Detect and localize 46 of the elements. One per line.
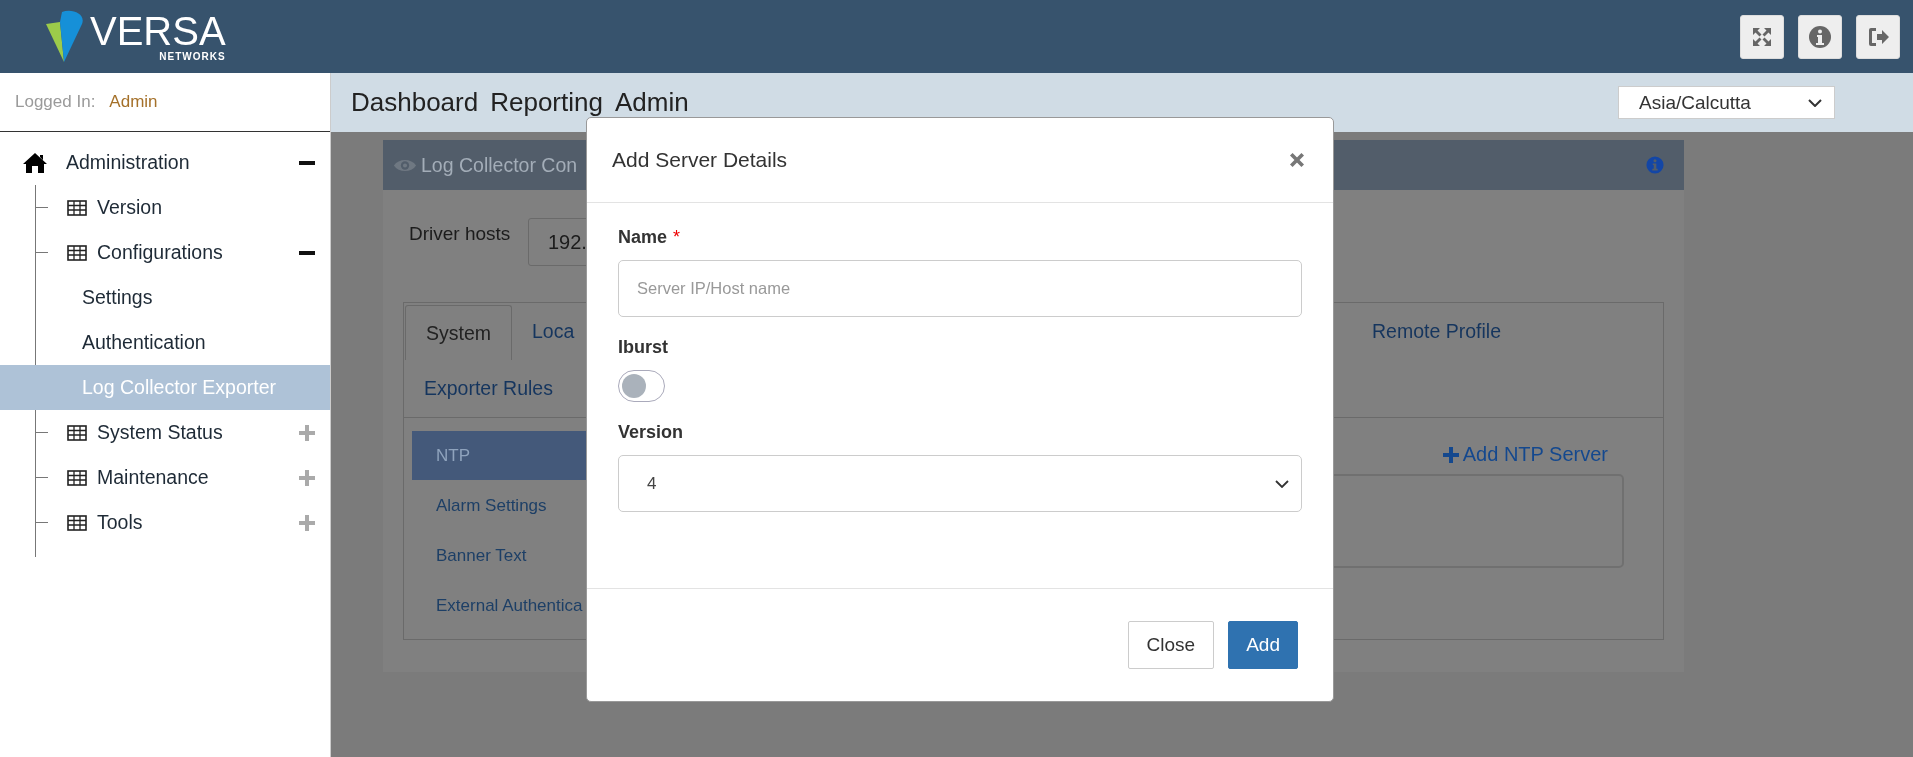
panel-title: Log Collector Con bbox=[421, 153, 578, 177]
table-icon bbox=[67, 244, 87, 261]
expand-icon[interactable] bbox=[299, 469, 315, 486]
nav-link[interactable]: Reporting bbox=[490, 87, 603, 118]
dialog-title: Add Server Details bbox=[612, 148, 788, 172]
sidebar-item[interactable]: Version bbox=[97, 196, 330, 219]
sidebar-item[interactable]: Configurations bbox=[97, 241, 299, 264]
chevron-down-icon bbox=[1808, 98, 1822, 107]
info-icon bbox=[1808, 24, 1832, 49]
user-name: Admin bbox=[109, 92, 158, 112]
sidebar-item[interactable]: Administration bbox=[66, 151, 299, 174]
expand-icon[interactable] bbox=[299, 424, 315, 441]
table-icon bbox=[67, 199, 87, 216]
input-field[interactable]: Server IP/Host name bbox=[618, 260, 1302, 317]
chevron-down-icon bbox=[1275, 479, 1289, 488]
plus-icon bbox=[1442, 446, 1459, 463]
home-icon bbox=[22, 151, 48, 174]
fullscreen-button[interactable] bbox=[1740, 14, 1784, 59]
version-select[interactable]: 4 bbox=[618, 455, 1302, 512]
table-icon bbox=[67, 424, 87, 441]
nav-link[interactable]: Dashboard bbox=[351, 87, 479, 118]
close-button[interactable]: Close bbox=[1127, 621, 1215, 669]
toggle-switch[interactable] bbox=[618, 370, 665, 402]
tab[interactable]: System bbox=[405, 305, 512, 360]
field-label: Name bbox=[618, 227, 668, 248]
sidebar-item[interactable]: Settings bbox=[0, 275, 330, 320]
eye-icon bbox=[393, 157, 417, 173]
field-label: Iburst bbox=[618, 337, 668, 358]
expand-icon[interactable] bbox=[299, 514, 315, 531]
field-label: Driver hosts bbox=[409, 223, 512, 245]
nav-link[interactable]: Admin bbox=[614, 87, 689, 118]
table-icon bbox=[67, 469, 87, 486]
info-button[interactable] bbox=[1798, 14, 1842, 59]
logo-wordmark: VERSA bbox=[90, 11, 226, 51]
logo-subtitle: NETWORKS bbox=[159, 52, 226, 62]
sidebar-item[interactable]: Maintenance bbox=[97, 466, 299, 489]
sidebar-item[interactable]: Tools bbox=[97, 511, 299, 534]
close-icon[interactable] bbox=[1287, 150, 1307, 170]
logged-in-label: Logged In: bbox=[15, 92, 96, 112]
logout-button[interactable] bbox=[1856, 14, 1900, 59]
sidebar-item[interactable]: System Status bbox=[97, 421, 299, 444]
add-button[interactable]: Add bbox=[1228, 621, 1298, 669]
table-icon bbox=[67, 514, 87, 531]
required-mark: * bbox=[673, 227, 681, 248]
sidebar-item[interactable]: Authentication bbox=[0, 320, 330, 365]
timezone-select[interactable]: Asia/Calcutta bbox=[1618, 86, 1835, 119]
